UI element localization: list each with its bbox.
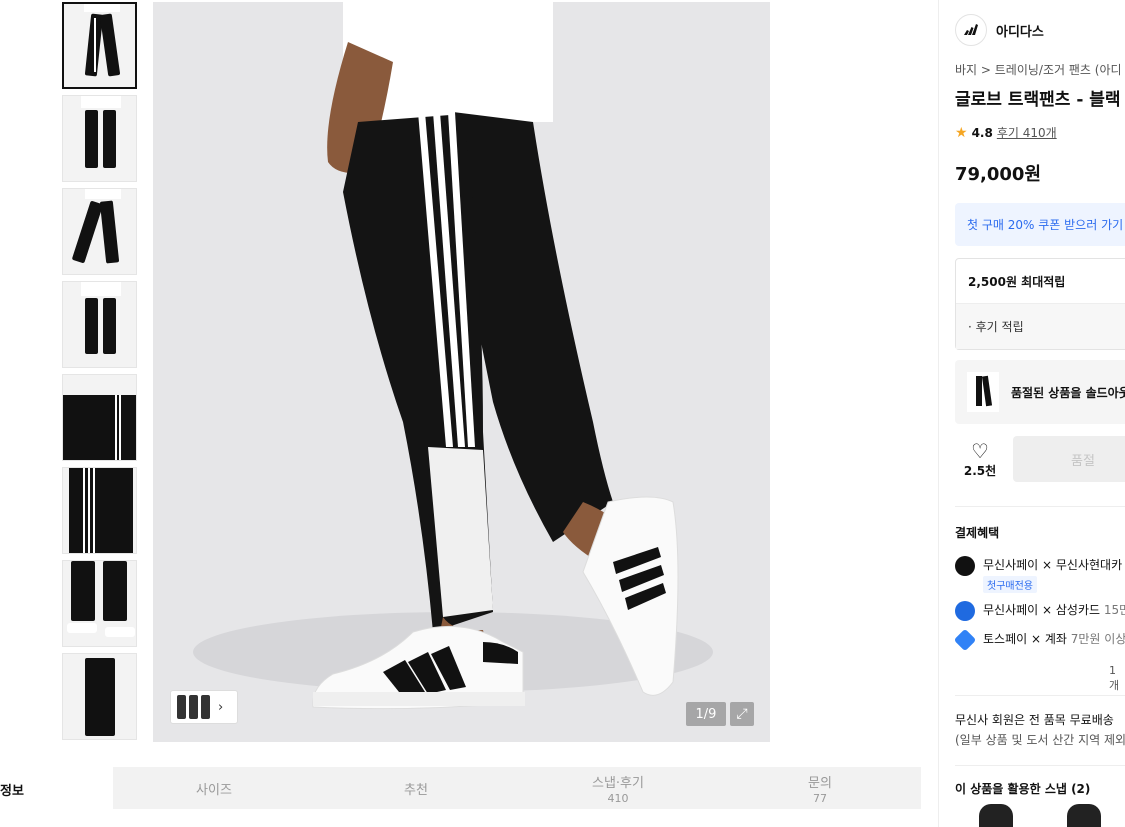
reviews-link[interactable]: 후기 410개 <box>997 124 1057 141</box>
mini-thumb <box>189 695 198 719</box>
snap-thumbnail[interactable] <box>979 804 1013 827</box>
tab-label: 문의 <box>808 775 832 791</box>
tab-info[interactable]: 정보 <box>0 780 24 799</box>
thumbnail-5[interactable] <box>62 374 137 461</box>
points-box: 2,500원 최대적립 · 후기 적립 <box>955 258 1125 350</box>
like-count: 2.5천 <box>963 464 997 478</box>
thumbnail-strip-button[interactable]: › <box>170 690 238 724</box>
benefit-item[interactable]: 무신사페이 × 무신사현대카 첫구매전용 <box>955 556 1122 593</box>
thumbnail-8[interactable] <box>62 653 137 740</box>
benefit-item[interactable]: 무신사페이 × 삼성카드 15만 <box>955 601 1125 621</box>
main-product-image[interactable]: › 1/9 ⤢ <box>153 2 770 742</box>
snap-thumbnail[interactable] <box>1067 804 1101 827</box>
benefit-extra: 7만원 이상 <box>1066 632 1125 646</box>
like-button[interactable]: ♡ 2.5천 <box>955 440 1005 479</box>
brand-logo-icon <box>955 14 987 46</box>
benefit-tag: 첫구매전용 <box>983 576 1037 593</box>
tab-count: 77 <box>813 791 827 805</box>
toss-pay-icon <box>953 628 977 652</box>
benefit-extra: 15만 <box>1103 603 1125 617</box>
review-points: · 후기 적립 <box>956 304 1125 349</box>
thumbnail-2[interactable] <box>62 95 137 182</box>
expand-icon[interactable]: ⤢ <box>730 702 754 726</box>
benefit-label: 토스페이 × 계좌 <box>983 632 1067 646</box>
soldout-label: 품절된 상품을 솔드아웃 <box>1011 385 1125 400</box>
tab-label: 추천 <box>404 782 428 798</box>
heart-icon: ♡ <box>971 439 989 463</box>
breadcrumb[interactable]: 바지 > 트레이닝/조거 팬츠 (아디 <box>955 61 1122 78</box>
snap-title: 이 상품을 활용한 스냅 (2) <box>955 782 1091 796</box>
shipping-line-2: (일부 상품 및 도서 산간 지역 제외 <box>955 733 1125 747</box>
brand-link[interactable]: 아디다스 <box>955 14 1044 46</box>
tab-size[interactable]: 사이즈 <box>113 767 315 809</box>
tab-label: 사이즈 <box>196 782 232 798</box>
buy-button[interactable]: 품절 <box>1013 436 1125 482</box>
image-counter: 1/9 <box>686 702 726 726</box>
chevron-right-icon: › <box>218 699 224 715</box>
benefit-label: 무신사페이 × 삼성카드 <box>983 603 1101 617</box>
divider <box>955 765 1125 766</box>
divider <box>955 695 1125 696</box>
product-title: 글로브 트랙팬츠 - 블랙 <box>955 90 1121 110</box>
thumbnail-3[interactable] <box>62 188 137 275</box>
star-icon: ★ <box>955 124 968 141</box>
thumbnail-6[interactable] <box>62 467 137 554</box>
soldout-thumbnail <box>967 372 999 412</box>
benefits-title: 결제혜택 <box>955 526 1000 540</box>
shipping-line-1: 무신사 회원은 전 품목 무료배송 <box>955 713 1114 727</box>
musinsa-pay-icon <box>955 556 975 576</box>
tab-label: 스냅·후기 <box>592 775 644 791</box>
shipping-info: 무신사 회원은 전 품목 무료배송 (일부 상품 및 도서 산간 지역 제외 <box>955 710 1125 750</box>
thumbnail-7[interactable] <box>62 560 137 647</box>
mini-thumb <box>177 695 186 719</box>
coupon-banner[interactable]: 첫 구매 20% 쿠폰 받으러 가기 <box>955 203 1125 246</box>
samsung-card-icon <box>955 601 975 621</box>
tab-bar: 사이즈 추천 스냅·후기 410 문의 77 <box>113 767 921 809</box>
rating-row: ★ 4.8 후기 410개 <box>955 124 1057 141</box>
benefit-item[interactable]: 토스페이 × 계좌 7만원 이상 <box>953 628 1125 652</box>
mini-thumb <box>201 695 210 719</box>
brand-name: 아디다스 <box>996 24 1044 40</box>
tab-inquiry[interactable]: 문의 77 <box>719 767 921 809</box>
thumbnail-1[interactable] <box>62 2 137 89</box>
soldout-banner[interactable]: 품절된 상품을 솔드아웃 <box>955 360 1125 424</box>
product-photo <box>193 2 713 710</box>
thumbnail-4[interactable] <box>62 281 137 368</box>
price: 79,000원 <box>955 164 1042 185</box>
tab-recommend[interactable]: 추천 <box>315 767 517 809</box>
product-info-panel: 아디다스 바지 > 트레이닝/조거 팬츠 (아디 글로브 트랙팬츠 - 블랙 ★… <box>938 0 1125 827</box>
max-points: 2,500원 최대적립 <box>956 259 1125 304</box>
benefits-count[interactable]: 1개 <box>1109 664 1125 693</box>
benefit-label: 무신사페이 × 무신사현대카 <box>983 558 1123 572</box>
tab-snap-review[interactable]: 스냅·후기 410 <box>517 767 719 809</box>
tab-count: 410 <box>607 791 629 805</box>
rating-score: 4.8 <box>971 125 993 140</box>
divider <box>955 506 1125 507</box>
